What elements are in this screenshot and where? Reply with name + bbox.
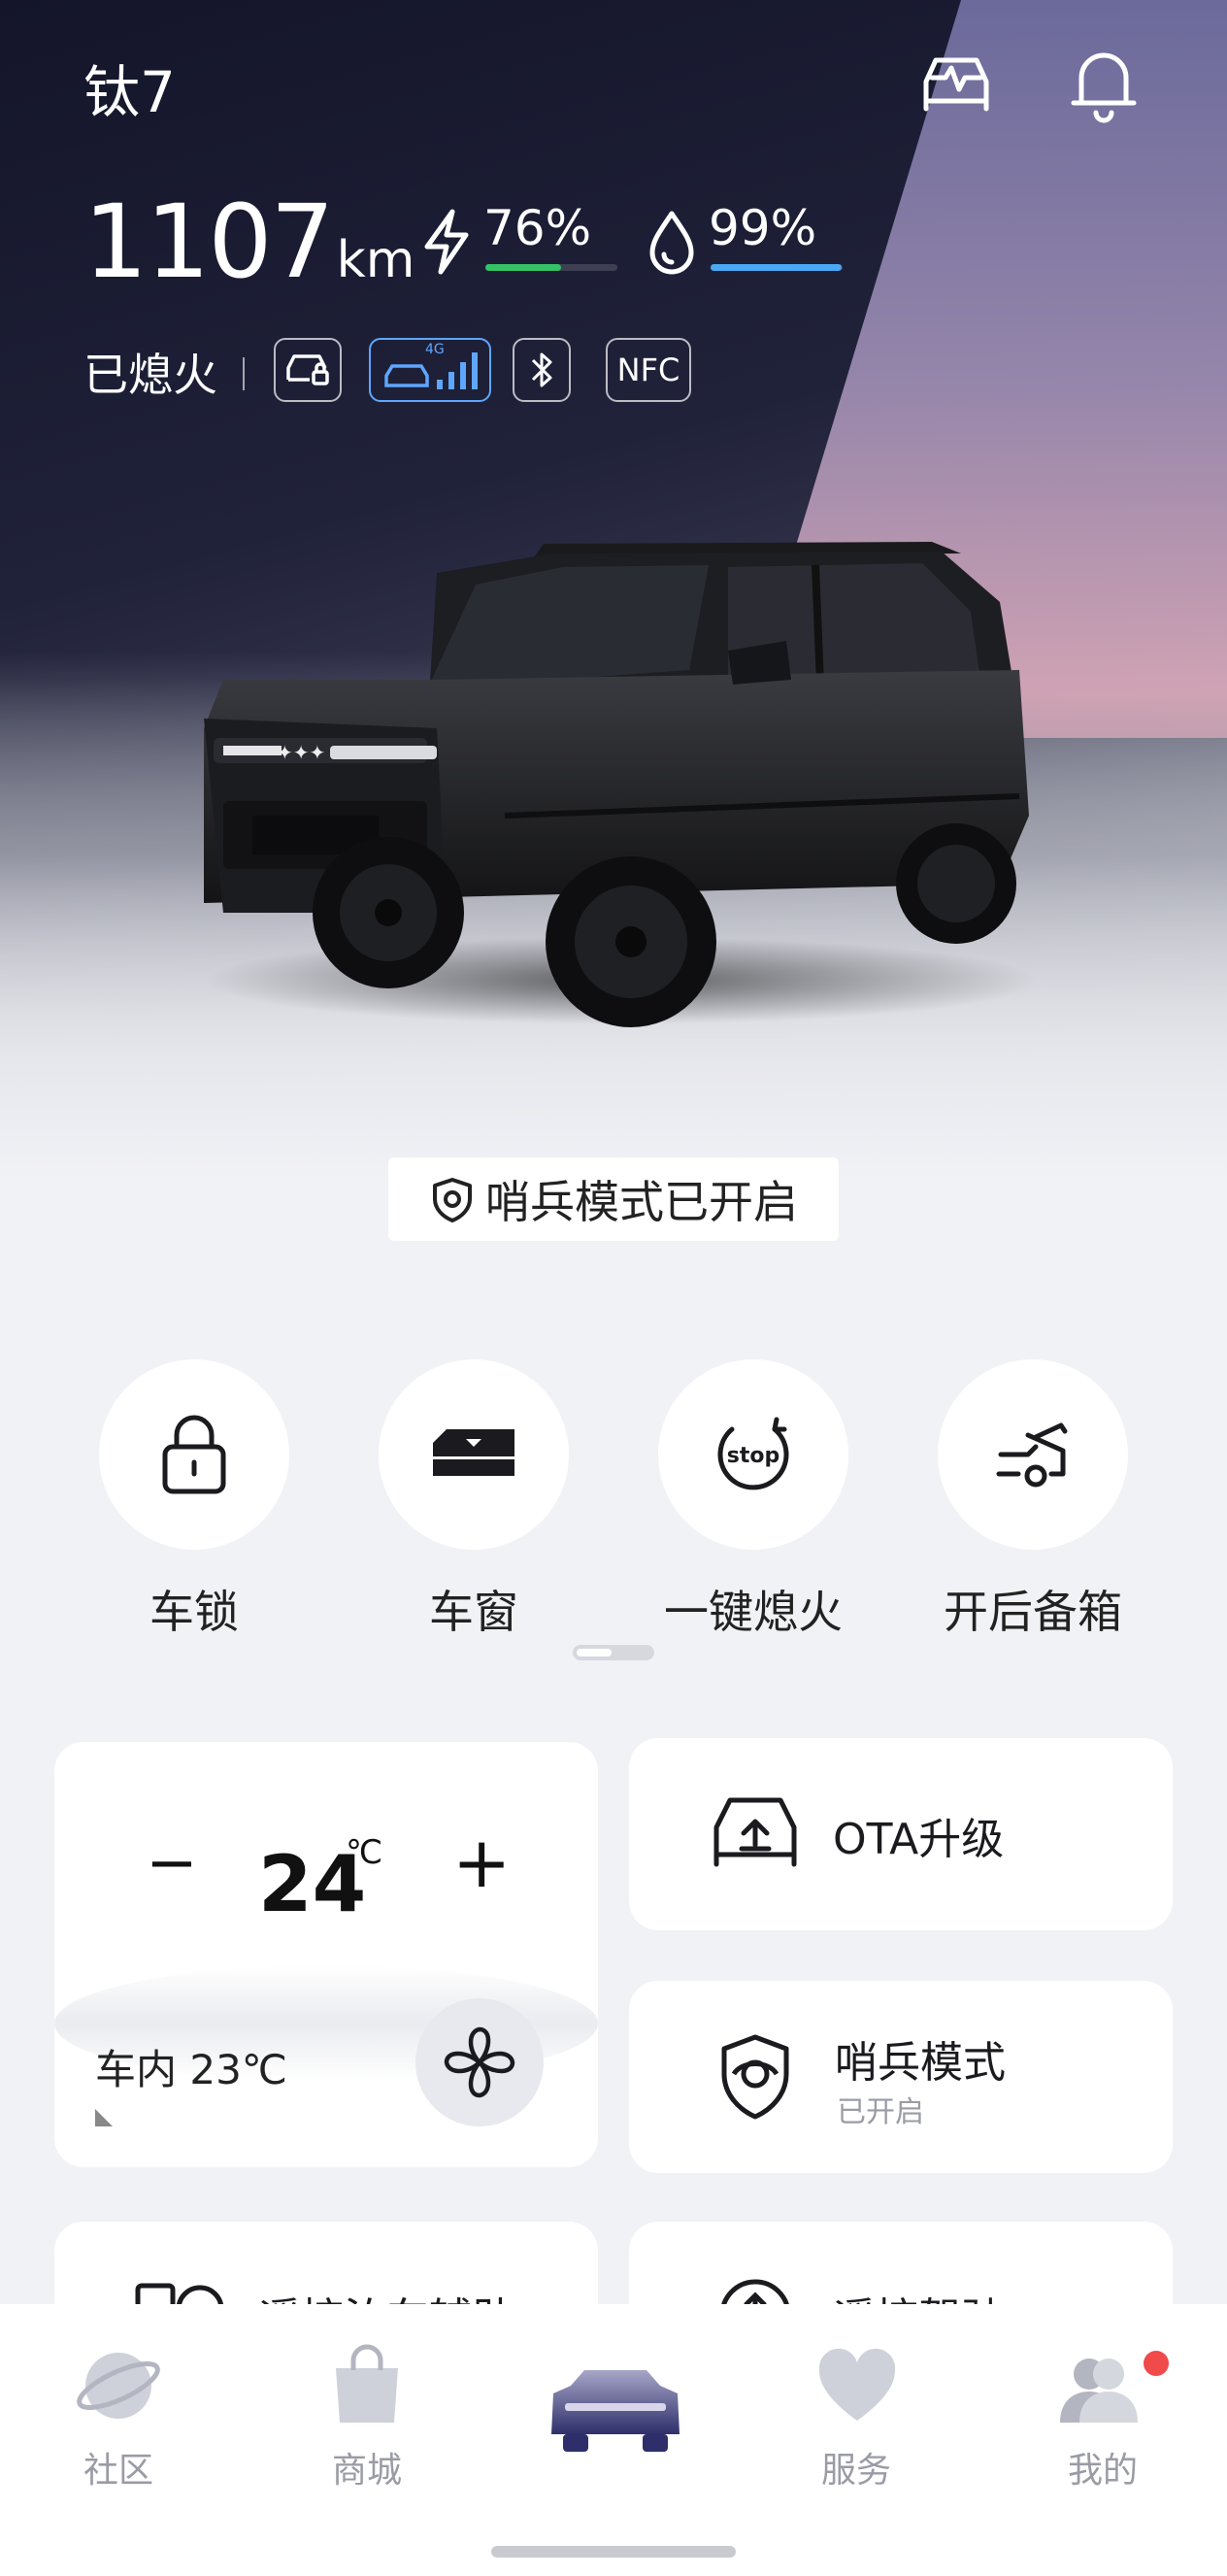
stop-engine-icon: stop	[717, 1417, 789, 1490]
trunk-button[interactable]	[938, 1359, 1128, 1550]
car-lock-icon	[286, 354, 329, 385]
svg-text:✦✦✦: ✦✦✦	[277, 741, 325, 764]
vehicle-name[interactable]: 钛7	[83, 47, 176, 128]
fuel-bar-fill	[711, 264, 842, 271]
interior-temperature: 车内 23℃	[95, 2046, 287, 2093]
tab-label: 社区	[83, 2451, 153, 2491]
network-badge: 4G	[425, 342, 445, 357]
notification-bell-icon[interactable]	[1060, 39, 1147, 126]
quick-action-label: 开后备箱	[944, 1586, 1122, 1638]
vehicle-image[interactable]: ✦✦✦	[184, 524, 1058, 1029]
temp-decrease-button[interactable]: −	[146, 1827, 198, 1899]
page-indicator-active	[577, 1649, 612, 1656]
notification-dot	[1144, 2351, 1169, 2376]
shopping-bag-icon	[336, 2344, 398, 2423]
stop-icon-text: stop	[727, 1444, 779, 1468]
climate-card[interactable]: − 24 ℃ + 车内 23℃	[54, 1742, 598, 2167]
bottom-tab-bar: 社区 商城 服务 我的	[0, 2304, 1227, 2576]
quick-action-stop-engine[interactable]: stop 一键熄火	[658, 1359, 848, 1641]
ota-upgrade-label: OTA升级	[833, 1815, 1005, 1864]
network-signal-chip[interactable]: 4G	[369, 338, 491, 402]
nfc-chip[interactable]: NFC	[606, 338, 691, 402]
fan-icon	[444, 2026, 515, 2098]
temp-increase-button[interactable]: +	[452, 1822, 511, 1903]
range-value: 1107	[83, 183, 335, 301]
corner-indicator	[95, 2109, 113, 2126]
sentinel-icon	[721, 2034, 789, 2120]
vehicle-hero: ✦✦✦	[0, 0, 1227, 1185]
fan-button[interactable]	[415, 1998, 544, 2126]
vehicle-lock-chip[interactable]	[274, 338, 342, 402]
lock-icon	[162, 1415, 226, 1494]
car-health-icon[interactable]	[912, 39, 1000, 126]
home-indicator[interactable]	[491, 2546, 736, 2558]
sentinel-shield-icon	[433, 1178, 472, 1222]
lock-button[interactable]	[99, 1359, 289, 1550]
tab-label: 服务	[820, 2451, 891, 2491]
sentinel-mode-status: 已开启	[837, 2095, 924, 2129]
range-unit: km	[336, 231, 415, 289]
tab-label: 商城	[331, 2451, 402, 2491]
status-divider	[243, 357, 245, 390]
ota-upgrade-card[interactable]: OTA升级	[629, 1738, 1173, 1930]
bluetooth-chip[interactable]	[513, 338, 571, 402]
quick-action-lock[interactable]: 车锁	[99, 1359, 289, 1641]
battery-bar-fill	[485, 264, 561, 271]
quick-action-window[interactable]: 车窗	[379, 1359, 569, 1641]
temperature-unit: ℃	[346, 1833, 383, 1872]
sentinel-mode-label: 哨兵模式	[835, 2038, 1006, 2088]
engine-status: 已熄火	[83, 349, 217, 401]
heart-icon	[818, 2348, 896, 2421]
page-indicator[interactable]	[573, 1645, 654, 1660]
ota-upgrade-icon	[713, 1797, 797, 1867]
window-button[interactable]	[379, 1359, 569, 1550]
tab-label: 我的	[1067, 2451, 1138, 2491]
window-icon	[433, 1429, 514, 1476]
lightning-icon	[424, 209, 469, 275]
sentinel-banner-text: 哨兵模式已开启	[485, 1176, 798, 1228]
profile-icon	[1060, 2359, 1138, 2423]
car-icon	[551, 2370, 680, 2452]
sentinel-mode-banner[interactable]: 哨兵模式已开启	[388, 1157, 839, 1241]
quick-action-label: 一键熄火	[664, 1586, 843, 1638]
quick-action-trunk[interactable]: 开后备箱	[938, 1359, 1128, 1641]
bluetooth-icon	[531, 352, 552, 387]
battery-percent: 76%	[483, 200, 592, 256]
quick-action-label: 车锁	[149, 1586, 239, 1638]
trunk-icon	[996, 1422, 1068, 1488]
planet-icon	[77, 2353, 160, 2419]
stop-engine-button[interactable]: stop	[658, 1359, 848, 1550]
sentinel-mode-card[interactable]: 哨兵模式 已开启	[629, 1981, 1173, 2173]
fuel-drop-icon	[649, 211, 694, 275]
fuel-percent: 99%	[709, 200, 817, 256]
driving-range: 1107km	[83, 183, 415, 301]
quick-action-label: 车窗	[429, 1586, 518, 1638]
